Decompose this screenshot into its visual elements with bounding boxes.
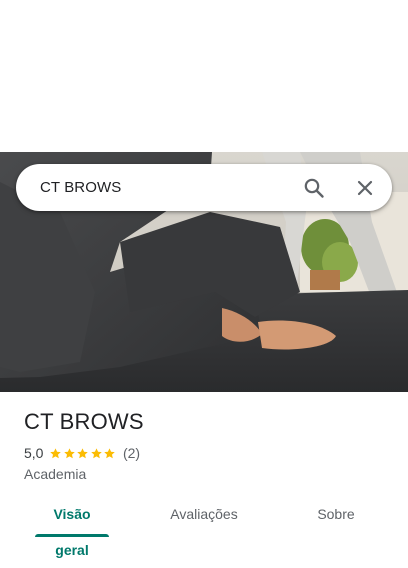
star-icon xyxy=(91,447,102,458)
place-title: CT BROWS xyxy=(24,409,144,434)
search-input[interactable]: CT BROWS xyxy=(40,164,121,211)
star-icon xyxy=(50,447,62,458)
close-icon[interactable] xyxy=(353,176,377,200)
place-category: Academia xyxy=(24,466,87,482)
rating-value: 5,0 xyxy=(24,445,44,461)
review-count[interactable]: (2) xyxy=(123,445,140,461)
search-bar[interactable]: CT BROWS xyxy=(16,164,392,211)
tab-reviews[interactable]: Avaliações xyxy=(164,496,244,532)
active-tab-indicator xyxy=(35,534,109,537)
star-icon xyxy=(77,447,89,458)
place-tabs: Visão geral Avaliações Sobre xyxy=(0,496,408,558)
tab-about[interactable]: Sobre xyxy=(310,496,362,532)
star-icon xyxy=(64,447,75,458)
rating-row[interactable]: 5,0 (2) xyxy=(24,444,140,462)
tab-overview[interactable]: Visão geral xyxy=(35,496,109,558)
star-rating xyxy=(49,447,117,460)
star-icon xyxy=(104,447,116,458)
search-icon[interactable] xyxy=(302,176,326,200)
